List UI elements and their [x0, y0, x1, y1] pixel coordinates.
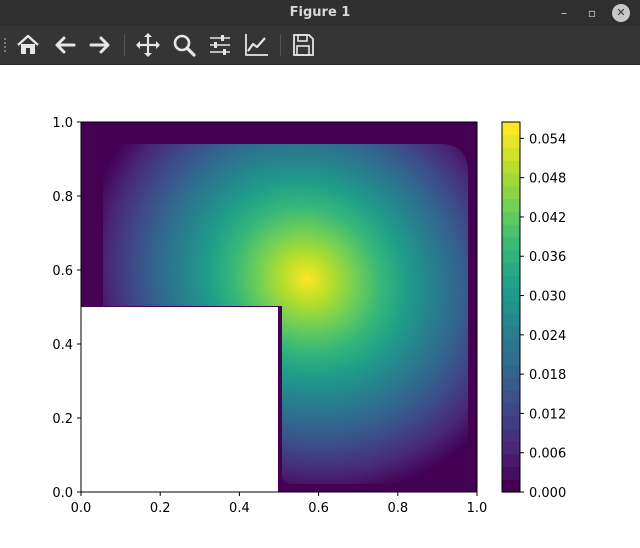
y-tick-label: 0.4: [52, 338, 73, 353]
window-titlebar: Figure 1 – ▫ ✕: [0, 0, 640, 26]
save-icon: [293, 34, 314, 56]
colorbar-level: [502, 338, 520, 353]
y-tick-label: 0.8: [52, 190, 73, 205]
colorbar-level: [502, 300, 520, 314]
y-tick-label: 1.0: [52, 116, 73, 131]
x-tick-label: 0.4: [229, 501, 250, 516]
colorbar-level: [502, 415, 520, 429]
colorbar-level: [502, 287, 520, 302]
colorbar-level: [502, 313, 520, 327]
figure-canvas[interactable]: 0.0 0.2 0.4 0.6 0.8 1.0 0.0 0.2 0.4 0.6 0.8 1.0 0.…: [0, 64, 640, 544]
colorbar-tick-label: 0.000: [529, 486, 566, 501]
configure-subplots-button[interactable]: [206, 31, 234, 59]
configure-subplots-icon: [210, 35, 230, 55]
forward-arrow-icon: [89, 36, 110, 54]
navigation-toolbar: [0, 26, 640, 65]
colorbar-level: [502, 249, 520, 263]
y-tick-label: 0.2: [52, 412, 73, 427]
contour-field: [81, 122, 477, 492]
colorbar-level: [502, 428, 520, 442]
pan-button[interactable]: [134, 31, 162, 59]
home-icon: [17, 34, 39, 54]
toolbar-separator: [280, 34, 281, 56]
x-tick-label: 0.8: [387, 501, 408, 516]
colorbar-tick-label: 0.042: [529, 211, 566, 226]
contour-figure: 0.0 0.2 0.4 0.6 0.8 1.0 0.0 0.2 0.4 0.6 0.8 1.0 0.…: [52, 116, 566, 516]
colorbar: 0.000 0.006 0.012 0.018 0.024 0.030 0.036 0.042…: [501, 121, 566, 501]
close-button[interactable]: ✕: [612, 4, 630, 22]
x-axis: 0.0 0.2 0.4 0.6 0.8 1.0: [71, 492, 488, 516]
colorbar-level: [502, 479, 520, 493]
colorbar-level: [502, 351, 520, 366]
zoom-icon: [173, 34, 196, 57]
colorbar-level: [502, 160, 520, 174]
back-button[interactable]: [51, 31, 79, 59]
forward-button[interactable]: [86, 31, 114, 59]
colorbar-tick-label: 0.012: [529, 407, 566, 422]
zoom-button[interactable]: [170, 31, 198, 59]
colorbar-level: [502, 122, 520, 136]
colorbar-level: [502, 466, 520, 480]
colorbar-level: [502, 377, 520, 391]
excluded-region: [81, 307, 278, 492]
colorbar-level: [502, 275, 520, 289]
colorbar-level: [502, 389, 520, 404]
colorbar-tick-label: 0.048: [529, 172, 566, 187]
y-tick-label: 0.6: [52, 264, 73, 279]
home-button[interactable]: [14, 31, 42, 59]
colorbar-tick-label: 0.006: [529, 447, 566, 462]
edit-axes-icon: [245, 34, 268, 56]
y-tick-label: 0.0: [52, 486, 73, 501]
edit-axes-button[interactable]: [242, 31, 270, 59]
colorbar-tick-label: 0.036: [529, 250, 566, 265]
colorbar-tick-label: 0.024: [529, 329, 566, 344]
colorbar-tick-label: 0.018: [529, 368, 566, 383]
colorbar-tick-label: 0.030: [529, 290, 566, 305]
colorbar-level: [502, 185, 520, 200]
back-arrow-icon: [55, 36, 76, 54]
x-tick-label: 0.6: [308, 501, 329, 516]
colorbar-level: [502, 453, 520, 468]
colorbar-level: [502, 440, 520, 455]
colorbar-level: [502, 326, 520, 340]
colorbar-level: [502, 173, 520, 187]
x-tick-label: 1.0: [467, 501, 488, 516]
maximize-button[interactable]: ▫: [582, 3, 602, 23]
colorbar-level: [502, 236, 520, 251]
toolbar-grip[interactable]: [4, 38, 6, 52]
colorbar-level: [502, 364, 520, 378]
save-button[interactable]: [289, 31, 317, 59]
colorbar-level: [502, 211, 520, 225]
colorbar-level: [502, 134, 520, 149]
colorbar-level: [502, 224, 520, 238]
x-tick-label: 0.0: [71, 501, 92, 516]
colorbar-level: [502, 198, 520, 212]
window-title: Figure 1: [289, 5, 351, 20]
pan-icon: [136, 33, 160, 57]
colorbar-tick-label: 0.054: [529, 132, 566, 147]
colorbar-level: [502, 262, 520, 276]
minimize-button[interactable]: –: [554, 3, 574, 23]
colorbar-level: [502, 147, 520, 161]
x-tick-label: 0.2: [150, 501, 171, 516]
y-axis: 0.0 0.2 0.4 0.6 0.8 1.0: [52, 116, 81, 501]
toolbar-separator: [124, 34, 125, 56]
colorbar-level: [502, 402, 520, 417]
